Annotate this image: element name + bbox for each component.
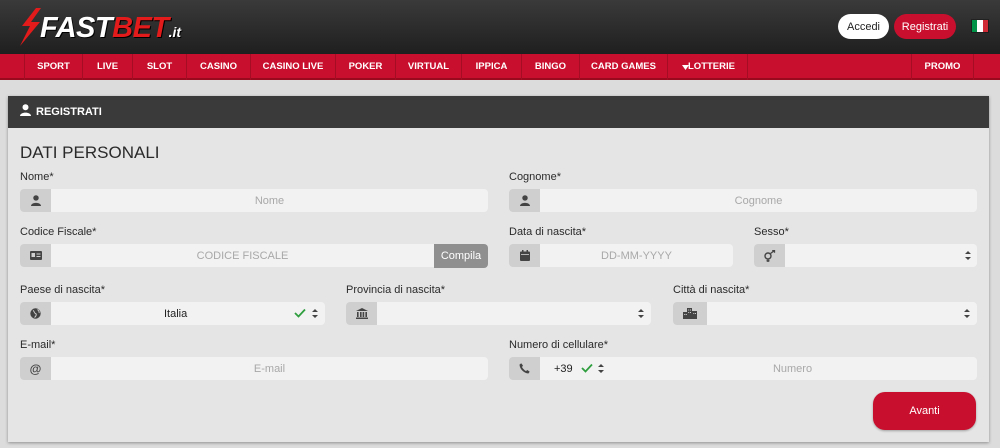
logo-wordmark: FASTBET.it — [40, 12, 181, 45]
nav-item-virtual[interactable]: VIRTUAL — [396, 54, 462, 80]
nav-item-slot[interactable]: SLOT — [133, 54, 187, 80]
nav-item-sport[interactable]: SPORT — [25, 54, 83, 80]
sesso-addon — [754, 244, 785, 267]
codice-fiscale-addon — [20, 244, 51, 267]
citta-nascita-addon — [673, 302, 707, 325]
nome-input[interactable] — [51, 189, 488, 212]
register-button[interactable]: Registrati — [894, 14, 956, 39]
nav-item-lotterie-label: LOTTERIE — [688, 61, 735, 72]
sesso-label: Sesso* — [754, 226, 789, 238]
check-icon — [294, 308, 306, 318]
email-input[interactable] — [51, 357, 488, 380]
data-nascita-field — [509, 244, 733, 267]
select-arrows-icon — [965, 251, 971, 260]
avanti-button[interactable]: Avanti — [873, 392, 976, 430]
italian-flag-icon[interactable] — [972, 20, 988, 32]
user-icon — [519, 195, 530, 206]
email-addon: @ — [20, 357, 51, 380]
check-icon — [581, 363, 593, 373]
email-label: E-mail* — [20, 339, 56, 351]
paese-nascita-label: Paese di nascita* — [20, 284, 105, 296]
nav-item-poker[interactable]: POKER — [336, 54, 396, 80]
nav-item-casino[interactable]: CASINO — [187, 54, 251, 80]
select-arrows-icon — [598, 364, 604, 373]
select-arrows-icon — [638, 309, 644, 318]
flag-red — [982, 20, 988, 32]
nav-item-promo[interactable]: PROMO — [911, 54, 974, 80]
section-title: DATI PERSONALI — [20, 143, 160, 162]
logo-bet: BET — [112, 12, 169, 44]
paese-nascita-addon — [20, 302, 51, 325]
id-card-icon — [29, 251, 42, 260]
data-nascita-label: Data di nascita* — [509, 226, 587, 238]
cognome-label: Cognome* — [509, 171, 561, 183]
data-nascita-addon — [509, 244, 540, 267]
data-nascita-input[interactable] — [540, 244, 733, 267]
phone-prefix-select[interactable]: +39 — [540, 357, 608, 380]
compila-button[interactable]: Compila — [434, 244, 488, 268]
login-button[interactable]: Accedi — [838, 14, 889, 39]
cellulare-field: +39 — [509, 357, 977, 380]
cellulare-addon — [509, 357, 540, 380]
user-icon — [20, 104, 31, 116]
phone-icon — [519, 363, 530, 374]
phone-number-input[interactable] — [608, 357, 977, 380]
logo-tld: .it — [168, 24, 182, 40]
select-arrows-icon — [964, 309, 970, 318]
select-arrows-icon — [312, 309, 318, 318]
nav-item-lotterie[interactable]: LOTTERIE — [668, 54, 748, 80]
nav-item-live[interactable]: LIVE — [83, 54, 133, 80]
cognome-input[interactable] — [540, 189, 977, 212]
city-icon — [683, 308, 697, 319]
nav-item-ippica[interactable]: IPPICA — [462, 54, 522, 80]
fastbet-logo[interactable]: FASTBET.it — [14, 6, 184, 48]
calendar-icon — [519, 250, 530, 261]
nav-item-bingo[interactable]: BINGO — [522, 54, 580, 80]
email-field: @ — [20, 357, 488, 380]
nav-item-casino-live[interactable]: CASINO LIVE — [251, 54, 336, 80]
cellulare-label: Numero di cellulare* — [509, 339, 609, 351]
citta-nascita-select[interactable] — [673, 302, 977, 325]
gender-icon — [763, 249, 775, 262]
cognome-addon — [509, 189, 540, 212]
sesso-select[interactable] — [754, 244, 977, 267]
nome-addon — [20, 189, 51, 212]
codice-fiscale-input[interactable] — [51, 244, 434, 267]
cognome-field — [509, 189, 977, 212]
main-nav: SPORT LIVE SLOT CASINO CASINO LIVE POKER… — [0, 54, 1000, 80]
nome-field — [20, 189, 488, 212]
provincia-nascita-addon — [346, 302, 377, 325]
provincia-nascita-select[interactable] — [346, 302, 651, 325]
nav-item-card-games[interactable]: CARD GAMES — [580, 54, 668, 80]
codice-fiscale-field — [20, 244, 434, 267]
paese-nascita-select[interactable]: Italia — [20, 302, 325, 325]
globe-icon — [30, 308, 41, 319]
user-icon — [30, 195, 41, 206]
codice-fiscale-label: Codice Fiscale* — [20, 226, 97, 238]
panel-title: REGISTRATI — [36, 106, 102, 118]
panel-header: REGISTRATI — [8, 96, 989, 128]
paese-nascita-value: Italia — [164, 308, 188, 320]
at-icon: @ — [29, 361, 42, 376]
chevron-down-icon — [682, 65, 689, 70]
logo-fast: FAST — [40, 12, 113, 44]
citta-nascita-label: Città di nascita* — [673, 284, 750, 296]
nome-label: Nome* — [20, 171, 54, 183]
provincia-nascita-label: Provincia di nascita* — [346, 284, 446, 296]
phone-prefix-value: +39 — [554, 363, 573, 375]
top-header: FASTBET.it Accedi Registrati — [0, 0, 1000, 54]
institution-icon — [355, 308, 368, 319]
